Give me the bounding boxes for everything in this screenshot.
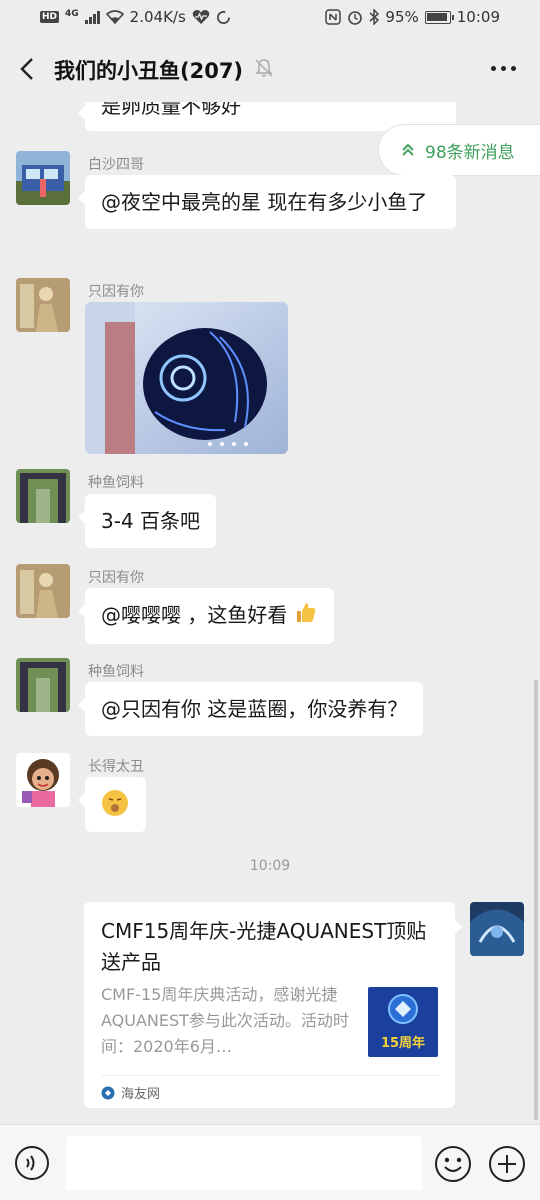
fish-photo[interactable] (85, 302, 288, 454)
emoji-icon[interactable] (434, 1145, 472, 1183)
signal-icon (84, 10, 100, 24)
battery-percent: 95% (385, 8, 419, 26)
source-logo-icon (101, 1086, 115, 1099)
wifi-icon (105, 10, 124, 24)
sender-name: 白沙四哥 (88, 157, 144, 173)
double-chevron-up-icon (402, 143, 414, 156)
bluetooth-icon (369, 9, 380, 25)
avatar[interactable] (16, 469, 70, 523)
clock-time: 10:09 (456, 8, 500, 26)
voice-icon[interactable] (14, 1145, 50, 1181)
plus-icon[interactable] (488, 1145, 526, 1183)
message-bubble[interactable]: @嘤嘤嘤 ，这鱼好看 (78, 588, 334, 644)
more-options-button[interactable] (488, 58, 518, 78)
avatar[interactable] (16, 151, 70, 205)
card-title: CMF15周年庆-光捷AQUANEST顶贴送产品 (101, 919, 427, 974)
heart-monitor-icon (192, 10, 210, 24)
avatar[interactable] (16, 564, 70, 618)
message-bubble[interactable]: @只因有你 这是蓝圈，你没养有？ (77, 682, 424, 736)
message-text: 3-4 百条吧 (101, 509, 201, 533)
chat-header: 我们的小丑鱼(207) (0, 36, 540, 102)
card-thumbnail: 15周年 (368, 987, 438, 1057)
card-thumb-text: 15周年 (381, 1035, 425, 1051)
sticker-emoji (100, 790, 130, 823)
message-text: 是卵质量不够好 (101, 102, 241, 118)
network-speed: 2.04K/s (129, 8, 186, 26)
avatar[interactable] (16, 278, 70, 332)
input-bar (0, 1124, 540, 1200)
avatar[interactable] (16, 753, 70, 807)
hd-badge: HD (40, 11, 60, 23)
card-description: CMF-15周年庆典活动，感谢光捷AQUANEST参与此次活动。活动时间：202… (101, 985, 349, 1056)
message-text: @只因有你 这是蓝圈，你没养有？ (101, 697, 408, 721)
avatar[interactable] (16, 658, 70, 712)
sender-name: 种鱼饲料 (88, 664, 144, 680)
thumbs-up-emoji (294, 600, 318, 633)
sender-name: 只因有你 (88, 570, 144, 586)
alarm-icon (348, 11, 363, 25)
link-card[interactable]: CMF15周年庆-光捷AQUANEST顶贴送产品 CMF-15周年庆典活动，感谢… (84, 902, 462, 1108)
back-arrow-icon[interactable] (14, 54, 44, 84)
avatar-self[interactable] (470, 902, 524, 956)
status-bar: HD 4G 2.04K/s 95% 10:09 (0, 0, 540, 36)
sync-icon (216, 10, 230, 24)
message-bubble[interactable]: 3-4 百条吧 (77, 494, 217, 548)
battery-icon (424, 10, 454, 24)
scrollbar[interactable] (534, 680, 538, 1120)
sender-name: 只因有你 (88, 284, 144, 300)
message-bubble[interactable] (78, 777, 146, 832)
sender-name: 种鱼饲料 (88, 475, 144, 491)
new-messages-button[interactable]: 98条新消息 (378, 124, 540, 176)
message-list[interactable]: 是卵质量不够好 98条新消息 白沙四哥 @夜空中最亮的星 现在有多少小鱼了 只因… (0, 102, 540, 1124)
card-source: 海友网 (101, 1083, 160, 1102)
nfc-icon (325, 9, 342, 25)
message-text: @夜空中最亮的星 现在有多少小鱼了 (101, 190, 428, 214)
card-divider (101, 1075, 438, 1076)
message-bubble[interactable]: @夜空中最亮的星 现在有多少小鱼了 (78, 175, 456, 229)
card-source-name: 海友网 (121, 1087, 161, 1102)
sender-name: 长得太丑 (88, 759, 144, 775)
message-text: @嘤嘤嘤 ，这鱼好看 (101, 603, 288, 627)
chat-title: 我们的小丑鱼(207) (54, 59, 244, 83)
mute-bell-icon (255, 59, 273, 77)
network-type: 4G (65, 9, 79, 19)
time-divider: 10:09 (249, 858, 291, 874)
new-messages-label: 98条新消息 (425, 142, 515, 163)
message-input[interactable] (66, 1136, 422, 1190)
